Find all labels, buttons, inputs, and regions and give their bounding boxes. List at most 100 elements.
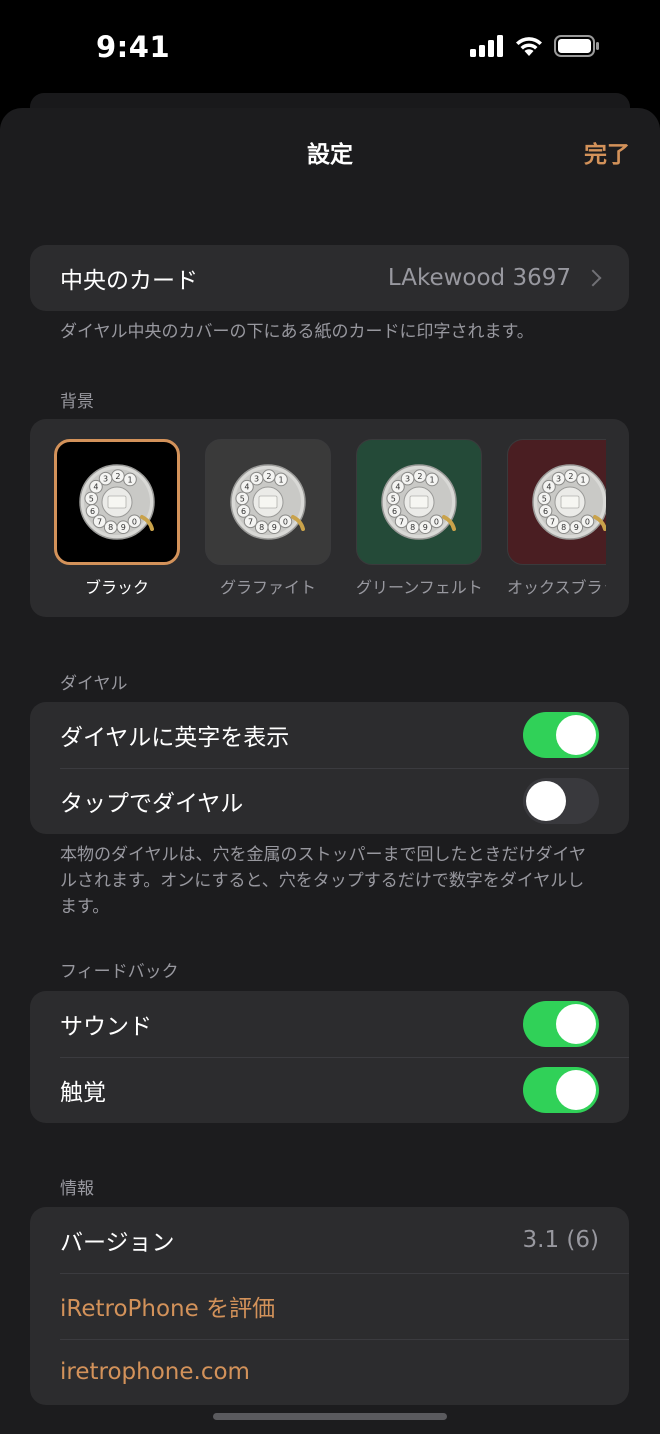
haptics-row: 触覚 bbox=[30, 1057, 629, 1123]
status-icons bbox=[470, 35, 600, 57]
show-letters-label: ダイヤルに英字を表示 bbox=[60, 725, 290, 751]
feedback-group: サウンド 触覚 bbox=[30, 991, 629, 1123]
svg-text:3: 3 bbox=[103, 475, 108, 484]
background-option[interactable]: 1 2 3 4 5 6 7 8 9 0 グリーンフェルト bbox=[356, 439, 483, 598]
svg-text:6: 6 bbox=[543, 507, 548, 516]
svg-text:1: 1 bbox=[278, 475, 283, 484]
show-letters-row: ダイヤルに英字を表示 bbox=[30, 702, 629, 768]
svg-text:8: 8 bbox=[410, 523, 415, 532]
svg-text:3: 3 bbox=[254, 475, 259, 484]
svg-text:5: 5 bbox=[240, 494, 245, 503]
version-label: バージョン bbox=[60, 1230, 175, 1256]
card-group: 中央のカード LAkewood 3697 bbox=[30, 245, 629, 311]
svg-text:7: 7 bbox=[97, 517, 102, 526]
center-card-value: LAkewood 3697 bbox=[387, 265, 571, 291]
rotary-dial-icon: 1234 5 678 90 bbox=[381, 464, 457, 540]
background-thumbnail[interactable]: 1234 5 67890 bbox=[54, 439, 180, 565]
haptics-toggle[interactable] bbox=[523, 1067, 599, 1113]
website-link[interactable]: iretrophone.com bbox=[60, 1359, 250, 1385]
version-value: 3.1 (6) bbox=[522, 1227, 599, 1253]
svg-text:4: 4 bbox=[244, 483, 249, 492]
rotary-dial-icon: 1234 5 678 90 bbox=[79, 464, 155, 540]
tap-to-dial-toggle[interactable] bbox=[523, 778, 599, 824]
rotary-dial-icon: 1234 5 678 90 bbox=[532, 464, 606, 540]
svg-text:9: 9 bbox=[574, 523, 579, 532]
background-thumbnail[interactable]: 1234 5 67890 bbox=[205, 439, 331, 565]
background-option-label: ブラック bbox=[84, 578, 149, 597]
cellular-signal-icon bbox=[470, 35, 503, 57]
card-caption: ダイヤル中央のカバーの下にある紙のカードに印字されます。 bbox=[60, 322, 534, 342]
wifi-icon bbox=[516, 37, 542, 56]
svg-text:1: 1 bbox=[429, 475, 434, 484]
svg-text:3: 3 bbox=[556, 475, 561, 484]
background-option[interactable]: 1234 5 67890 オックスブラッド bbox=[507, 439, 606, 598]
svg-text:0: 0 bbox=[283, 517, 288, 526]
settings-sheet: 設定 完了 中央のカード LAkewood 3697 ダイヤル中央のカバーの下に… bbox=[0, 108, 660, 1434]
svg-text:0: 0 bbox=[132, 517, 137, 526]
dial-header: ダイヤル bbox=[60, 674, 128, 694]
nav-title: 設定 bbox=[307, 142, 353, 168]
tap-to-dial-label: タップでダイヤル bbox=[60, 791, 244, 817]
center-card-label: 中央のカード bbox=[60, 268, 198, 294]
haptics-label: 触覚 bbox=[60, 1080, 106, 1106]
sound-label: サウンド bbox=[60, 1014, 152, 1040]
svg-text:1: 1 bbox=[127, 475, 132, 484]
background-option-label: グラファイト bbox=[219, 578, 316, 597]
svg-text:7: 7 bbox=[399, 517, 404, 526]
center-card-row[interactable]: 中央のカード LAkewood 3697 bbox=[30, 245, 629, 311]
info-header: 情報 bbox=[60, 1179, 94, 1199]
svg-text:5: 5 bbox=[89, 494, 94, 503]
svg-text:9: 9 bbox=[121, 523, 126, 532]
sound-row: サウンド bbox=[30, 991, 629, 1057]
info-group: バージョン 3.1 (6) iRetroPhone を評価 iretrophon… bbox=[30, 1207, 629, 1405]
svg-text:5: 5 bbox=[391, 494, 396, 503]
svg-text:8: 8 bbox=[561, 523, 566, 532]
svg-text:2: 2 bbox=[568, 472, 573, 481]
background-scroll[interactable]: 1 2 3 4 5 6 7 8 9 0 ブラック 1 2 3 4 5 6 7 8 9 0 グラファイト 1 2 3 4 5 6 7 8 9 0… bbox=[54, 439, 606, 609]
svg-text:2: 2 bbox=[115, 472, 120, 481]
rate-app-row[interactable]: iRetroPhone を評価 bbox=[30, 1273, 629, 1339]
dial-group: ダイヤルに英字を表示 タップでダイヤル bbox=[30, 702, 629, 834]
status-time: 9:41 bbox=[96, 30, 171, 64]
tap-to-dial-row: タップでダイヤル bbox=[30, 768, 629, 834]
feedback-header: フィードバック bbox=[60, 962, 179, 982]
battery-icon bbox=[554, 35, 599, 57]
sound-toggle[interactable] bbox=[523, 1001, 599, 1047]
chevron-right-icon bbox=[584, 269, 602, 287]
status-bar: 9:41 bbox=[0, 0, 660, 100]
rate-app-link[interactable]: iRetroPhone を評価 bbox=[60, 1289, 275, 1323]
background-option[interactable]: 1 2 3 4 5 6 7 8 9 0 グラファイト bbox=[205, 439, 331, 598]
svg-text:3: 3 bbox=[405, 475, 410, 484]
background-header: 背景 bbox=[60, 392, 94, 412]
svg-text:0: 0 bbox=[585, 517, 590, 526]
svg-text:7: 7 bbox=[248, 517, 253, 526]
svg-text:4: 4 bbox=[546, 483, 551, 492]
background-picker: 1 2 3 4 5 6 7 8 9 0 ブラック 1 2 3 4 5 6 7 8 9 0 グラファイト 1 2 3 4 5 6 7 8 9 0… bbox=[30, 419, 629, 617]
home-indicator[interactable] bbox=[213, 1413, 447, 1420]
website-row[interactable]: iretrophone.com bbox=[30, 1339, 629, 1405]
svg-text:5: 5 bbox=[542, 494, 547, 503]
svg-text:1: 1 bbox=[580, 475, 585, 484]
svg-text:0: 0 bbox=[434, 517, 439, 526]
done-button[interactable]: 完了 bbox=[584, 135, 630, 169]
svg-text:2: 2 bbox=[266, 472, 271, 481]
background-option[interactable]: 1 2 3 4 5 6 7 8 9 0 ブラック bbox=[54, 439, 180, 598]
svg-text:6: 6 bbox=[392, 507, 397, 516]
svg-text:4: 4 bbox=[395, 483, 400, 492]
svg-text:9: 9 bbox=[272, 523, 277, 532]
svg-text:6: 6 bbox=[90, 507, 95, 516]
dial-caption: 本物のダイヤルは、穴を金属のストッパーまで回したときだけダイヤルされます。オンに… bbox=[60, 845, 586, 917]
background-thumbnail[interactable]: 1234 5 67890 bbox=[507, 439, 606, 565]
svg-text:7: 7 bbox=[550, 517, 555, 526]
svg-text:2: 2 bbox=[417, 472, 422, 481]
background-option-label: グリーンフェルト bbox=[356, 578, 483, 597]
background-option-label: オックスブラッド bbox=[507, 578, 606, 597]
svg-text:4: 4 bbox=[93, 483, 98, 492]
svg-text:8: 8 bbox=[259, 523, 264, 532]
show-letters-toggle[interactable] bbox=[523, 712, 599, 758]
svg-text:6: 6 bbox=[241, 507, 246, 516]
background-thumbnail[interactable]: 1234 5 67890 bbox=[356, 439, 482, 565]
version-row: バージョン 3.1 (6) bbox=[30, 1207, 629, 1273]
svg-text:8: 8 bbox=[108, 523, 113, 532]
rotary-dial-icon: 1234 5 678 90 bbox=[230, 464, 306, 540]
